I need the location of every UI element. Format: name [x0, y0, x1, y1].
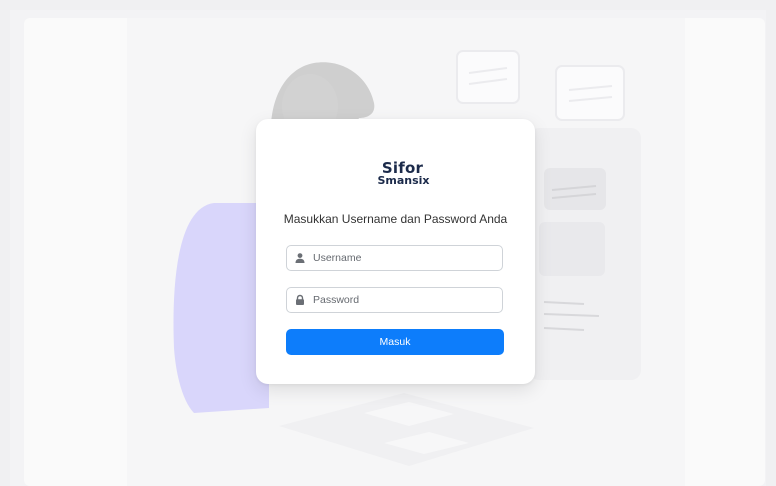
- user-icon: [295, 253, 305, 263]
- password-input[interactable]: [313, 291, 497, 309]
- app-logo: Sifor Smansix: [256, 161, 535, 187]
- username-field[interactable]: [286, 245, 503, 271]
- lock-icon: [296, 294, 304, 305]
- page-frame: Sifor Smansix Masukkan Username dan Pass…: [10, 10, 766, 486]
- login-button[interactable]: Masuk: [286, 329, 504, 355]
- login-subtitle: Masukkan Username dan Password Anda: [283, 212, 508, 226]
- logo-line-2: Smansix: [377, 174, 430, 187]
- username-input[interactable]: [313, 249, 497, 267]
- login-card: Sifor Smansix Masukkan Username dan Pass…: [256, 119, 535, 384]
- password-field[interactable]: [286, 287, 503, 313]
